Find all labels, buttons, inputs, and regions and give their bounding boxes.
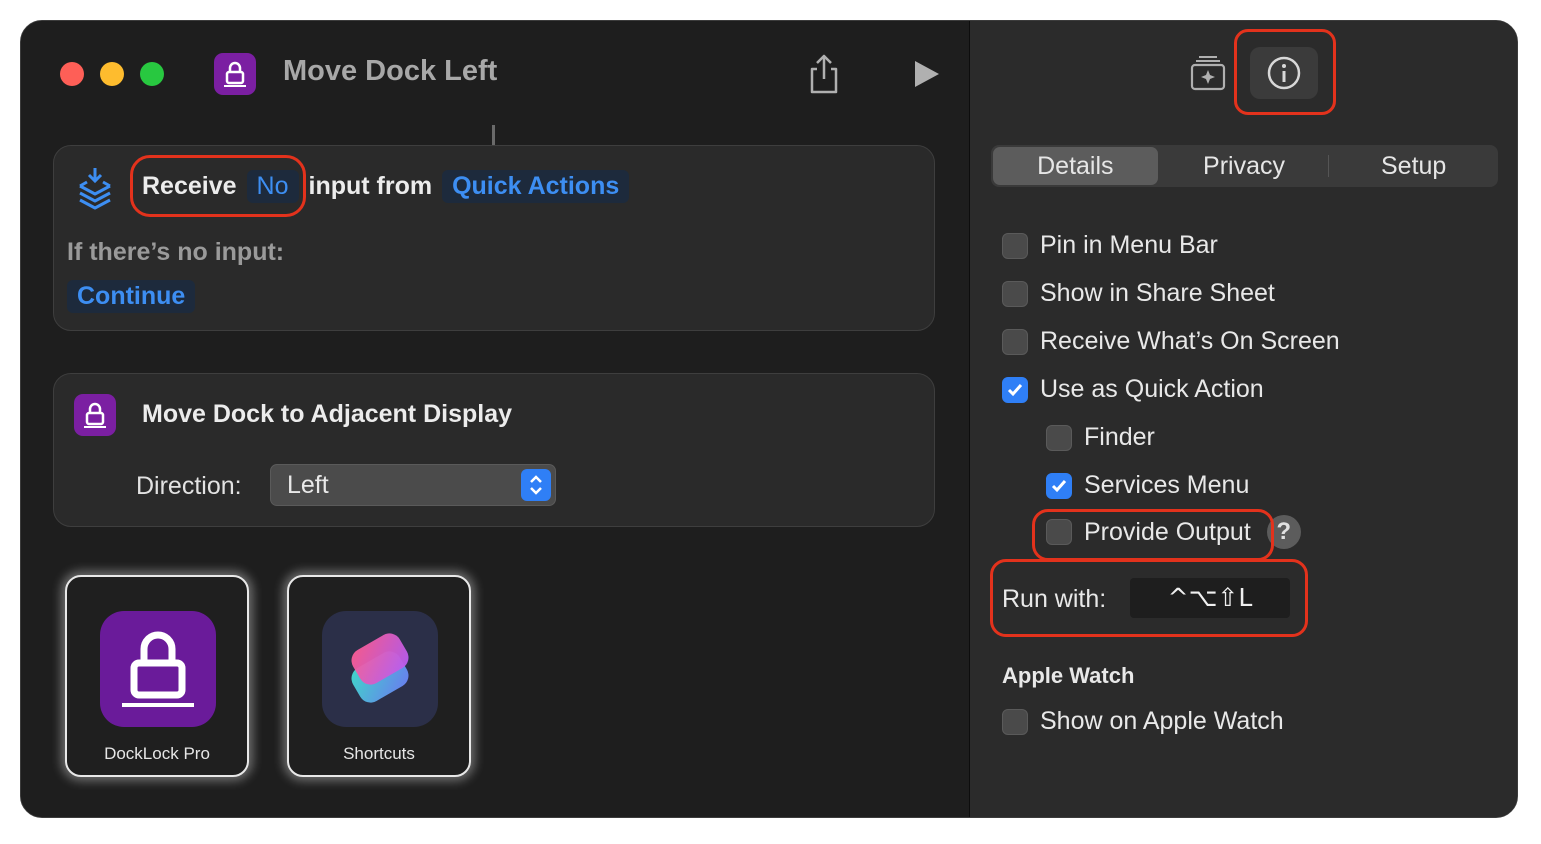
checkmark-icon <box>1007 383 1023 396</box>
option-label: Finder <box>1084 423 1155 451</box>
source-token[interactable]: Quick Actions <box>442 170 630 203</box>
minimize-window-button[interactable] <box>100 62 124 86</box>
option-label: Receive What’s On Screen <box>1040 327 1340 355</box>
lock-icon <box>74 394 116 436</box>
shortcuts-icon <box>322 611 438 727</box>
checkmark-icon <box>1051 479 1067 492</box>
editor-pane: Move Dock Left Receive No input from Qui… <box>21 21 969 817</box>
option-label: Pin in Menu Bar <box>1040 231 1218 259</box>
zoom-window-button[interactable] <box>140 62 164 86</box>
option-show-on-apple-watch[interactable]: Show on Apple Watch <box>1002 707 1284 736</box>
option-label: Show on Apple Watch <box>1040 707 1284 735</box>
play-icon[interactable] <box>909 57 943 91</box>
input-from-label: input from <box>308 172 433 200</box>
keyboard-shortcut-field[interactable]: ^⌥⇧L <box>1130 578 1290 618</box>
app-tile-label: DockLock Pro <box>104 744 210 763</box>
option-provide-output[interactable]: Provide Output ? <box>1046 515 1301 549</box>
option-pin-menu-bar[interactable]: Pin in Menu Bar <box>1002 231 1218 260</box>
apple-watch-heading: Apple Watch <box>1002 663 1135 688</box>
lock-icon <box>100 611 216 727</box>
help-button[interactable]: ? <box>1266 515 1301 549</box>
option-finder[interactable]: Finder <box>1046 423 1155 452</box>
app-tile-label: Shortcuts <box>343 744 415 763</box>
checkbox[interactable] <box>1046 424 1072 451</box>
flow-connector <box>492 125 495 145</box>
window-title: Move Dock Left <box>283 55 498 87</box>
option-label: Show in Share Sheet <box>1040 279 1275 307</box>
checkbox[interactable] <box>1002 328 1028 355</box>
option-services-menu[interactable]: Services Menu <box>1046 471 1249 500</box>
checkbox[interactable] <box>1002 708 1028 735</box>
layers-icon <box>76 166 114 210</box>
close-window-button[interactable] <box>60 62 84 86</box>
checkbox[interactable] <box>1002 232 1028 259</box>
no-input-label: If there’s no input: <box>67 238 285 266</box>
direction-label: Direction: <box>136 472 242 500</box>
tab-setup[interactable]: Setup <box>1331 147 1496 185</box>
direction-value: Left <box>287 471 329 499</box>
shortcuts-window: Move Dock Left Receive No input from Qui… <box>20 20 1518 818</box>
action-library-icon[interactable] <box>1188 53 1228 93</box>
tab-privacy[interactable]: Privacy <box>1162 147 1327 185</box>
app-tile-shortcuts[interactable]: Shortcuts <box>287 575 471 777</box>
checkbox-checked[interactable] <box>1002 376 1028 403</box>
app-tile-docklock-pro[interactable]: DockLock Pro <box>65 575 249 777</box>
receive-label: Receive <box>142 172 237 200</box>
option-use-as-quick-action[interactable]: Use as Quick Action <box>1002 375 1264 404</box>
info-icon[interactable] <box>1250 47 1318 99</box>
tab-separator <box>1328 155 1330 177</box>
checkbox-checked[interactable] <box>1046 472 1072 499</box>
action-title: Move Dock to Adjacent Display <box>142 400 512 428</box>
option-show-share-sheet[interactable]: Show in Share Sheet <box>1002 279 1275 308</box>
direction-select[interactable]: Left <box>270 464 556 506</box>
option-receive-on-screen[interactable]: Receive What’s On Screen <box>1002 327 1340 356</box>
shortcut-lock-icon[interactable] <box>214 53 256 95</box>
option-label: Use as Quick Action <box>1040 375 1264 403</box>
tab-details[interactable]: Details <box>993 147 1158 185</box>
receive-input-block[interactable]: Receive No input from Quick Actions If t… <box>53 145 935 331</box>
inspector-pane: Details Privacy Setup Pin in Menu Bar Sh… <box>969 21 1517 817</box>
input-type-token[interactable]: No <box>246 170 299 203</box>
move-dock-action-block[interactable]: Move Dock to Adjacent Display Direction:… <box>53 373 935 527</box>
chevron-up-down-icon <box>521 469 551 501</box>
option-label: Provide Output <box>1084 517 1251 546</box>
inspector-tab-bar: Details Privacy Setup <box>991 145 1498 187</box>
run-with-label: Run with: <box>1002 585 1107 613</box>
share-icon[interactable] <box>805 53 843 95</box>
option-label: Services Menu <box>1084 471 1250 499</box>
checkbox[interactable] <box>1046 519 1072 545</box>
checkbox[interactable] <box>1002 280 1028 307</box>
continue-token[interactable]: Continue <box>67 280 196 313</box>
